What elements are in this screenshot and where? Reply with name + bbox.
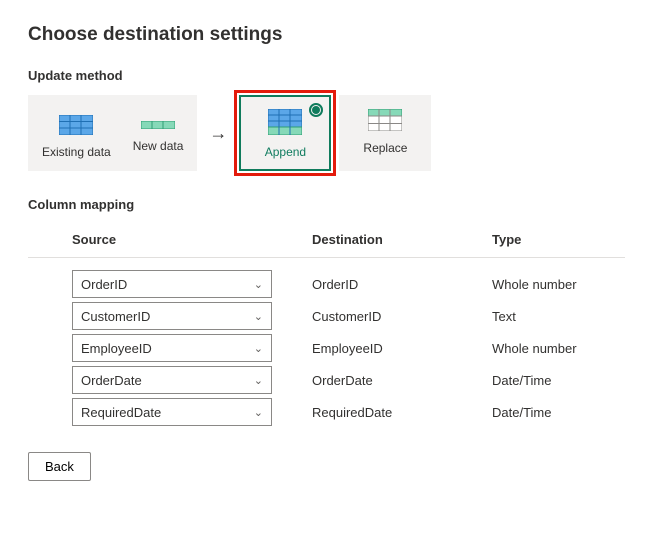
new-table-icon	[141, 121, 175, 129]
mapping-row: RequiredDate⌄RequiredDateDate/Time	[28, 396, 625, 428]
mapping-row: OrderDate⌄OrderDateDate/Time	[28, 364, 625, 396]
type-cell: Whole number	[492, 277, 632, 292]
update-method-label: Update method	[28, 68, 625, 83]
new-data-caption: New data	[133, 139, 184, 153]
source-dropdown[interactable]: RequiredDate ⌄	[72, 398, 272, 426]
existing-table-icon	[59, 115, 93, 135]
update-method-row: Existing data New data → Append	[28, 95, 625, 171]
replace-caption: Replace	[363, 141, 407, 155]
chevron-down-icon: ⌄	[254, 278, 263, 291]
append-option-card[interactable]: Append	[239, 95, 331, 171]
chevron-down-icon: ⌄	[254, 342, 263, 355]
new-data-col: New data	[133, 121, 184, 153]
data-diagram: Existing data New data	[28, 95, 197, 171]
header-destination: Destination	[312, 232, 492, 247]
type-cell: Date/Time	[492, 373, 632, 388]
type-cell: Whole number	[492, 341, 632, 356]
source-dropdown[interactable]: OrderID ⌄	[72, 270, 272, 298]
source-dropdown-value: RequiredDate	[81, 405, 161, 420]
header-type: Type	[492, 232, 632, 247]
source-dropdown-value: OrderDate	[81, 373, 142, 388]
source-dropdown-value: CustomerID	[81, 309, 150, 324]
source-dropdown[interactable]: CustomerID ⌄	[72, 302, 272, 330]
destination-cell: CustomerID	[312, 309, 492, 324]
column-mapping-section: Column mapping Source Destination Type O…	[28, 197, 625, 428]
mapping-row: EmployeeID⌄EmployeeIDWhole number	[28, 332, 625, 364]
chevron-down-icon: ⌄	[254, 374, 263, 387]
destination-cell: OrderDate	[312, 373, 492, 388]
source-dropdown[interactable]: OrderDate ⌄	[72, 366, 272, 394]
destination-cell: OrderID	[312, 277, 492, 292]
mapping-header-row: Source Destination Type	[28, 224, 625, 258]
append-caption: Append	[265, 145, 306, 159]
chevron-down-icon: ⌄	[254, 310, 263, 323]
destination-cell: EmployeeID	[312, 341, 492, 356]
type-cell: Date/Time	[492, 405, 632, 420]
column-mapping-label: Column mapping	[28, 197, 625, 212]
source-dropdown[interactable]: EmployeeID ⌄	[72, 334, 272, 362]
append-table-icon	[268, 109, 302, 135]
existing-data-caption: Existing data	[42, 145, 111, 159]
replace-table-icon	[368, 109, 402, 131]
chevron-down-icon: ⌄	[254, 406, 263, 419]
source-dropdown-value: EmployeeID	[81, 341, 152, 356]
back-button[interactable]: Back	[28, 452, 91, 481]
mapping-row: CustomerID⌄CustomerIDText	[28, 300, 625, 332]
destination-cell: RequiredDate	[312, 405, 492, 420]
existing-data-col: Existing data	[42, 115, 111, 159]
selected-radio-icon	[309, 103, 323, 117]
page-title: Choose destination settings	[28, 24, 625, 46]
header-source: Source	[72, 232, 272, 247]
source-dropdown-value: OrderID	[81, 277, 127, 292]
mapping-row: OrderID⌄OrderIDWhole number	[28, 268, 625, 300]
arrow-icon: →	[197, 95, 239, 171]
replace-option-card[interactable]: Replace	[339, 95, 431, 171]
type-cell: Text	[492, 309, 632, 324]
